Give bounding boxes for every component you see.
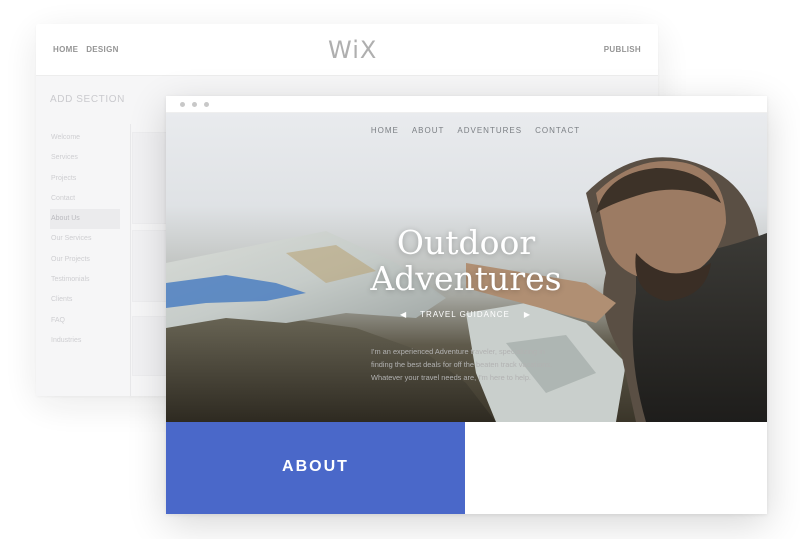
panel-divider <box>130 124 131 396</box>
arrow-left-icon[interactable]: ◀ <box>400 310 406 319</box>
editor-nav: HOME DESIGN <box>53 45 119 54</box>
section-sidebar: Welcome Services Projects Contact About … <box>50 128 120 351</box>
wix-logo: WiX <box>328 36 378 64</box>
sidebar-item-testimonials[interactable]: Testimonials <box>50 270 120 290</box>
about-heading: ABOUT <box>282 458 349 475</box>
hero-subtitle: TRAVEL GUIDANCE <box>420 310 510 319</box>
sidebar-item-about-us[interactable]: About Us <box>50 209 120 230</box>
publish-button[interactable]: PUBLISH <box>604 45 641 54</box>
site-nav-adventures[interactable]: ADVENTURES <box>457 126 522 135</box>
sidebar-item-welcome[interactable]: Welcome <box>50 128 120 148</box>
site-nav-contact[interactable]: CONTACT <box>535 126 580 135</box>
sidebar-item-projects[interactable]: Projects <box>50 169 120 189</box>
about-block: ABOUT <box>166 422 465 514</box>
sidebar-item-clients[interactable]: Clients <box>50 290 120 310</box>
hero-title: Outdoor Adventures <box>356 225 576 297</box>
window-dot-icon <box>180 102 185 107</box>
site-nav-home[interactable]: HOME <box>371 126 399 135</box>
window-dot-icon <box>204 102 209 107</box>
site-nav: HOME ABOUT ADVENTURES CONTACT <box>166 126 767 135</box>
editor-top-bar: HOME DESIGN WiX PUBLISH <box>36 24 658 76</box>
browser-bar <box>166 96 767 113</box>
editor-nav-home[interactable]: HOME <box>53 45 78 54</box>
hero-title-line: Outdoor <box>396 223 536 262</box>
sidebar-item-our-projects[interactable]: Our Projects <box>50 250 120 270</box>
window-dot-icon <box>192 102 197 107</box>
arrow-right-icon[interactable]: ▶ <box>524 310 530 319</box>
sidebar-item-faq[interactable]: FAQ <box>50 311 120 331</box>
hero-title-line: Adventures <box>370 259 562 298</box>
editor-nav-design[interactable]: DESIGN <box>86 45 118 54</box>
site-preview-window: HOME ABOUT ADVENTURES CONTACT Outdoor Ad… <box>166 96 767 514</box>
sidebar-item-industries[interactable]: Industries <box>50 331 120 351</box>
about-text: I'm an experienced Adventure traveler, s… <box>371 347 553 382</box>
add-section-heading: ADD SECTION <box>50 94 125 105</box>
sidebar-item-our-services[interactable]: Our Services <box>50 229 120 249</box>
site-nav-about[interactable]: ABOUT <box>412 126 445 135</box>
sidebar-item-contact[interactable]: Contact <box>50 189 120 209</box>
sidebar-item-services[interactable]: Services <box>50 148 120 168</box>
hero-subtitle-row: ◀ TRAVEL GUIDANCE ▶ <box>400 310 530 319</box>
